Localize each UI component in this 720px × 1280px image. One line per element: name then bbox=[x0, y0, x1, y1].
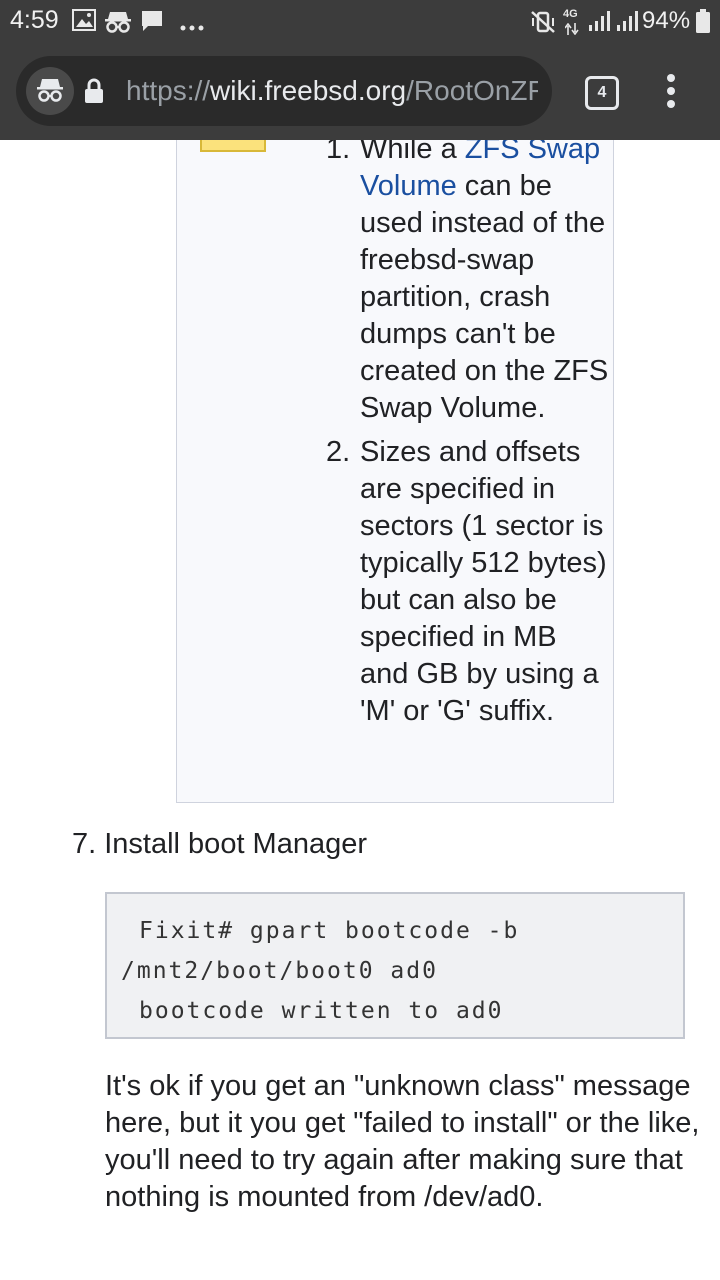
note-item-2: 2. Sizes and offsets are specified in se… bbox=[320, 434, 610, 730]
address-bar[interactable]: https://wiki.freebsd.org/RootOnZFS bbox=[16, 56, 552, 126]
tab-switcher-button[interactable]: 4 bbox=[585, 76, 619, 110]
network-type-label: 4G bbox=[563, 8, 578, 20]
url-scheme: https:// bbox=[126, 75, 211, 106]
dot-icon bbox=[667, 74, 675, 82]
battery-percent: 94% bbox=[642, 7, 691, 34]
more-menu-button[interactable] bbox=[660, 74, 682, 110]
browser-toolbar: https://wiki.freebsd.org/RootOnZFS 4 bbox=[0, 44, 720, 140]
url-text[interactable]: https://wiki.freebsd.org/RootOnZFS bbox=[126, 73, 538, 109]
dot-icon bbox=[667, 100, 675, 108]
note-text: can be used instead of the freebsd-swap … bbox=[360, 170, 609, 424]
signal-icon bbox=[588, 10, 610, 37]
battery-icon bbox=[696, 9, 710, 38]
more-notifications-icon bbox=[180, 18, 204, 36]
chat-icon bbox=[140, 9, 164, 38]
dot-icon bbox=[667, 87, 675, 95]
code-block: Fixit# gpart bootcode -b /mnt2/boot/boot… bbox=[105, 892, 685, 1039]
image-icon bbox=[72, 9, 96, 36]
list-number: 2. bbox=[326, 436, 351, 468]
explanation-paragraph: It's ok if you get an "unknown class" me… bbox=[105, 1070, 700, 1213]
url-host: wiki.freebsd.org bbox=[210, 75, 407, 106]
note-item-1: 1. While a ZFS Swap Volume can be used i… bbox=[320, 131, 610, 427]
code-line-3: bootcode written to ad0 bbox=[139, 998, 504, 1024]
url-path: /RootOnZFS bbox=[406, 75, 538, 106]
data-arrows-icon bbox=[564, 22, 579, 40]
code-line-2: /mnt2/boot/boot0 ad0 bbox=[121, 958, 438, 984]
note-list: 1. While a ZFS Swap Volume can be used i… bbox=[320, 131, 610, 737]
incognito-icon bbox=[37, 79, 63, 102]
signal-icon-sim2 bbox=[616, 10, 638, 37]
code-line-1: Fixit# gpart bootcode -b bbox=[139, 918, 520, 944]
lock-icon[interactable] bbox=[84, 78, 104, 109]
status-time: 4:59 bbox=[10, 6, 59, 34]
incognito-icon bbox=[104, 8, 132, 39]
vibrate-mute-icon bbox=[530, 10, 556, 39]
step-heading: 7. Install boot Manager bbox=[72, 828, 368, 860]
status-bar: 4:59 4G 94% bbox=[0, 0, 720, 44]
incognito-badge bbox=[26, 67, 74, 115]
note-text: Sizes and offsets are specified in secto… bbox=[360, 436, 607, 727]
